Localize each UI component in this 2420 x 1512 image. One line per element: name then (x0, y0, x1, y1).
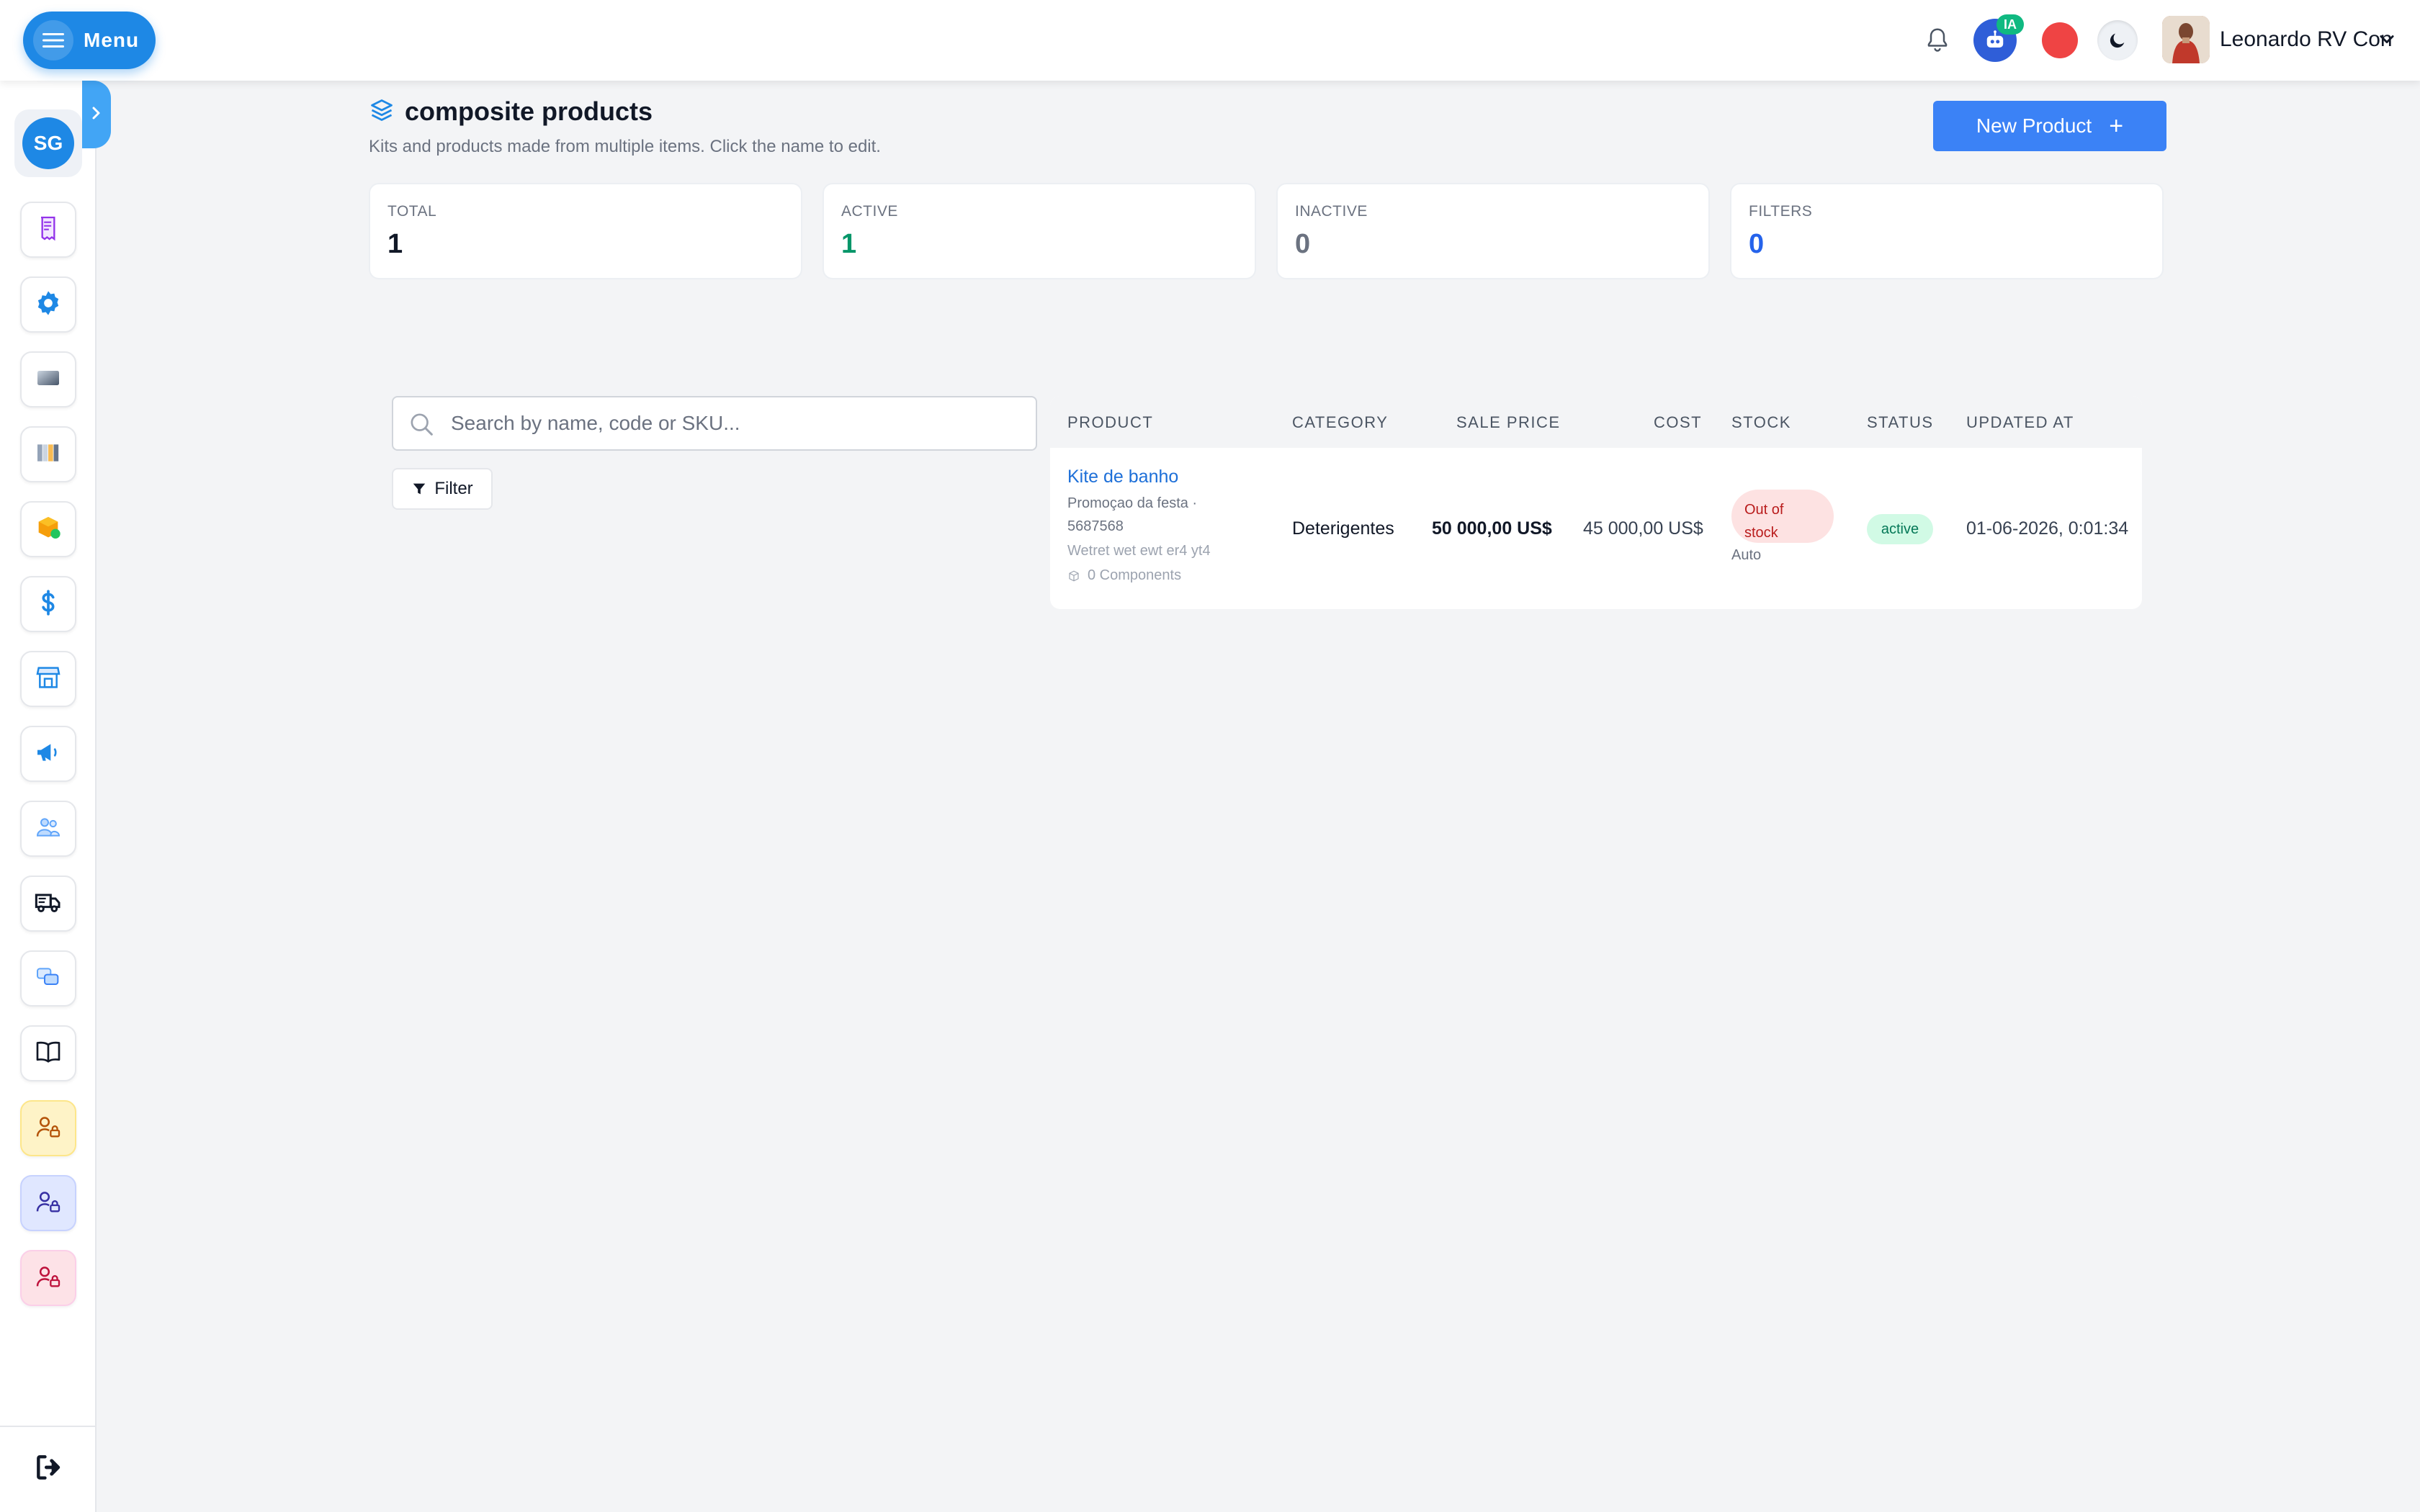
sidebar-item-inventory[interactable] (20, 501, 76, 557)
people-icon (34, 813, 63, 845)
product-name-link[interactable]: Kite de banho (1067, 467, 1178, 487)
box-icon (34, 513, 63, 546)
page-subtitle: Kits and products made from multiple ite… (369, 137, 881, 156)
product-category: Deterigentes (1292, 518, 1394, 539)
stock-badge: Out of stock (1731, 490, 1834, 543)
new-product-button[interactable]: New Product + (1933, 101, 2166, 151)
stat-label: TOTAL (387, 203, 437, 220)
status-badge: active (1867, 514, 1933, 544)
filter-funnel-icon (413, 483, 426, 495)
receipt-icon (34, 214, 63, 246)
sidebar-item-library[interactable] (20, 426, 76, 482)
filter-label: Filter (434, 479, 473, 498)
chat-bubbles-icon (34, 963, 63, 995)
stat-card-total: TOTAL 1 (369, 183, 802, 279)
updated-at: 01-06-2026, 0:01:34 (1966, 518, 2129, 539)
gradient-card-icon (34, 364, 63, 396)
sidebar: SG (0, 81, 97, 1512)
truck-icon (34, 888, 63, 920)
sidebar-expand-toggle[interactable] (82, 81, 111, 148)
user-lock-icon (34, 1187, 63, 1220)
product-description: Wetret wet ewt er4 yt4 (1067, 543, 1211, 559)
chevron-down-icon[interactable] (2377, 29, 2397, 53)
dark-mode-toggle[interactable] (2096, 19, 2139, 62)
store-icon (34, 663, 63, 696)
logout-icon[interactable] (32, 1450, 66, 1485)
stat-label: ACTIVE (841, 203, 898, 220)
product-components: 0 Components (1067, 567, 1181, 584)
column-header-cost[interactable]: COST (1654, 413, 1702, 432)
stat-card-filters: FILTERS 0 (1730, 183, 2164, 279)
sidebar-item-user-access-3[interactable] (20, 1250, 76, 1306)
column-header-updated-at[interactable]: UPDATED AT (1966, 413, 2074, 432)
page-title: composite products (405, 96, 653, 126)
stock-badge-line2: stock (1744, 525, 1778, 541)
column-header-stock[interactable]: STOCK (1731, 413, 1791, 432)
stat-label: INACTIVE (1295, 203, 1368, 220)
product-meta: Promoçao da festa · (1067, 495, 1198, 511)
table-header: PRODUCT CATEGORY SALE PRICE COST STOCK S… (1050, 396, 2142, 448)
sidebar-item-delivery[interactable] (20, 876, 76, 932)
sidebar-item-store[interactable] (20, 651, 76, 707)
cube-icon (1069, 570, 1079, 581)
search-box (392, 396, 1037, 451)
stat-value: 0 (1295, 229, 1311, 259)
column-header-product[interactable]: PRODUCT (1067, 413, 1153, 432)
top-bar: Menu IA Leonardo RV Con (0, 0, 2420, 81)
user-name[interactable]: Leonardo RV Con (2220, 27, 2393, 52)
dollar-icon (34, 588, 63, 621)
stock-badge-line1: Out of (1744, 502, 1784, 518)
sidebar-item-docs[interactable] (20, 1025, 76, 1081)
workspace-switcher[interactable]: SG (14, 109, 82, 177)
page-header: composite products (369, 96, 653, 127)
product-code: 5687568 (1067, 518, 1124, 534)
product-cost: 45 000,00 US$ (1583, 518, 1703, 539)
book-open-icon (34, 1038, 63, 1070)
user-avatar[interactable] (2162, 16, 2210, 63)
column-header-sale-price[interactable]: SALE PRICE (1456, 413, 1561, 432)
sidebar-item-marketing[interactable] (20, 726, 76, 782)
stat-value: 1 (841, 229, 857, 259)
status-indicator-red[interactable] (2038, 19, 2081, 62)
search-input[interactable] (451, 408, 1013, 439)
plus-icon: + (2109, 112, 2124, 140)
search-icon (408, 410, 436, 443)
sidebar-item-team[interactable] (20, 801, 76, 857)
books-icon (34, 438, 63, 471)
sidebar-item-settings[interactable] (20, 276, 76, 333)
user-lock-icon (34, 1112, 63, 1145)
sidebar-item-cards[interactable] (20, 351, 76, 408)
stat-label: FILTERS (1749, 203, 1813, 220)
column-header-category[interactable]: CATEGORY (1292, 413, 1388, 432)
stat-card-inactive: INACTIVE 0 (1276, 183, 1710, 279)
new-product-label: New Product (1976, 114, 2092, 137)
stat-card-active: ACTIVE 1 (823, 183, 1256, 279)
column-header-status[interactable]: STATUS (1867, 413, 1934, 432)
megaphone-icon (34, 738, 63, 770)
moon-icon (2097, 20, 2138, 60)
sidebar-item-finance[interactable] (20, 576, 76, 632)
menu-label: Menu (84, 29, 140, 51)
sidebar-item-user-access-1[interactable] (20, 1100, 76, 1156)
hamburger-icon (33, 20, 73, 60)
stat-value: 1 (387, 229, 403, 259)
gear-icon (34, 289, 63, 321)
workspace-initials: SG (22, 117, 74, 169)
sidebar-item-user-access-2[interactable] (20, 1175, 76, 1231)
sidebar-item-receipts[interactable] (20, 202, 76, 258)
sidebar-item-chat[interactable] (20, 950, 76, 1007)
filter-button[interactable]: Filter (392, 468, 493, 510)
ai-badge: IA (1996, 14, 2024, 35)
product-sale-price: 50 000,00 US$ (1432, 518, 1552, 539)
stock-mode: Auto (1731, 547, 1762, 563)
chevron-right-icon (89, 104, 104, 125)
menu-button[interactable]: Menu (23, 12, 156, 69)
sidebar-divider (0, 1426, 95, 1427)
components-count: 0 Components (1088, 567, 1182, 583)
user-lock-icon (34, 1262, 63, 1295)
stat-value: 0 (1749, 229, 1765, 259)
layers-icon (369, 97, 395, 127)
products-table: PRODUCT CATEGORY SALE PRICE COST STOCK S… (1050, 396, 2142, 609)
notifications-bell-icon[interactable] (1916, 19, 1959, 62)
